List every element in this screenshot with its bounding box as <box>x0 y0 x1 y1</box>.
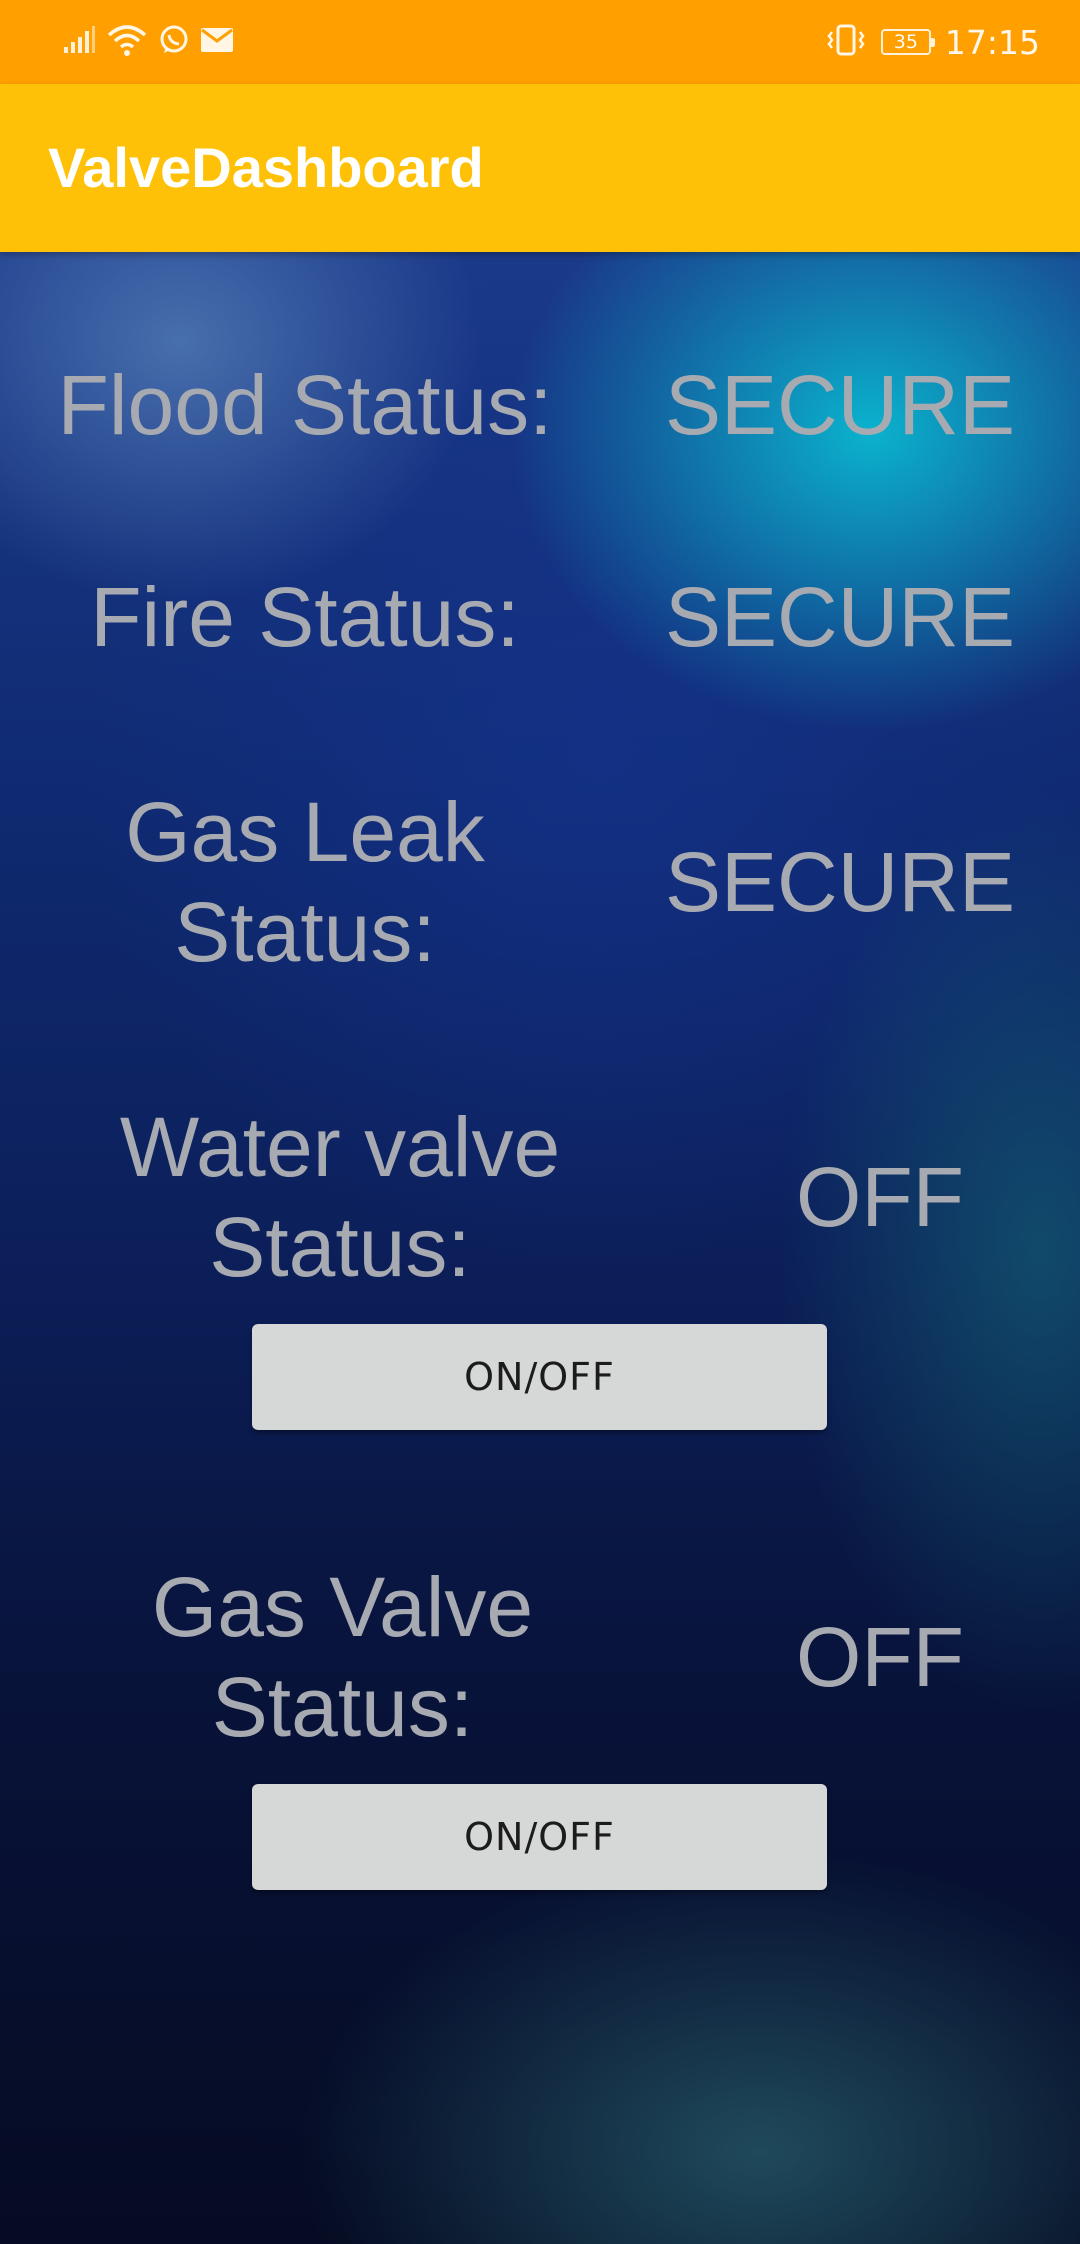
fire-status-label: Fire Status: <box>90 570 520 664</box>
gas-valve-label-line2: Status: <box>211 1660 474 1754</box>
water-valve-status-value: OFF <box>796 1150 964 1244</box>
gas-valve-status-value: OFF <box>796 1610 964 1704</box>
dashboard-content: Flood Status: SECURE Fire Status: SECURE… <box>0 252 1080 2244</box>
water-valve-toggle-button[interactable]: ON/OFF <box>252 1324 827 1430</box>
wifi-icon <box>106 23 148 62</box>
app-bar: ValveDashboard <box>0 84 1080 252</box>
signal-icon <box>62 25 96 60</box>
fire-status-value: SECURE <box>664 570 1016 664</box>
gas-valve-status-label: Gas Valve Status: <box>20 1557 665 1757</box>
water-valve-label-line2: Status: <box>209 1200 471 1294</box>
status-bar: 35 17:15 <box>0 0 1080 84</box>
gas-valve-toggle-button[interactable]: ON/OFF <box>252 1784 827 1890</box>
status-right-icons: 35 17:15 <box>825 18 1040 66</box>
app-title: ValveDashboard <box>48 136 484 199</box>
flood-status-label: Flood Status: <box>57 358 553 452</box>
gas-leak-status-label: Gas Leak Status: <box>20 782 590 982</box>
battery-icon: 35 <box>880 29 935 55</box>
gas-leak-label-line2: Status: <box>174 885 436 979</box>
vibrate-icon <box>825 23 867 62</box>
gas-leak-label-line1: Gas Leak <box>125 785 485 879</box>
mail-icon <box>200 27 234 58</box>
status-time: 17:15 <box>944 22 1040 62</box>
status-left-icons <box>62 22 234 62</box>
flood-status-value: SECURE <box>664 358 1016 452</box>
water-valve-status-label: Water valve Status: <box>20 1097 660 1297</box>
gas-valve-label-line1: Gas Valve <box>151 1560 534 1654</box>
battery-level: 35 <box>893 31 918 53</box>
gas-leak-status-value: SECURE <box>664 835 1016 929</box>
whatsapp-icon <box>158 24 190 61</box>
water-valve-label-line1: Water valve <box>119 1100 561 1194</box>
